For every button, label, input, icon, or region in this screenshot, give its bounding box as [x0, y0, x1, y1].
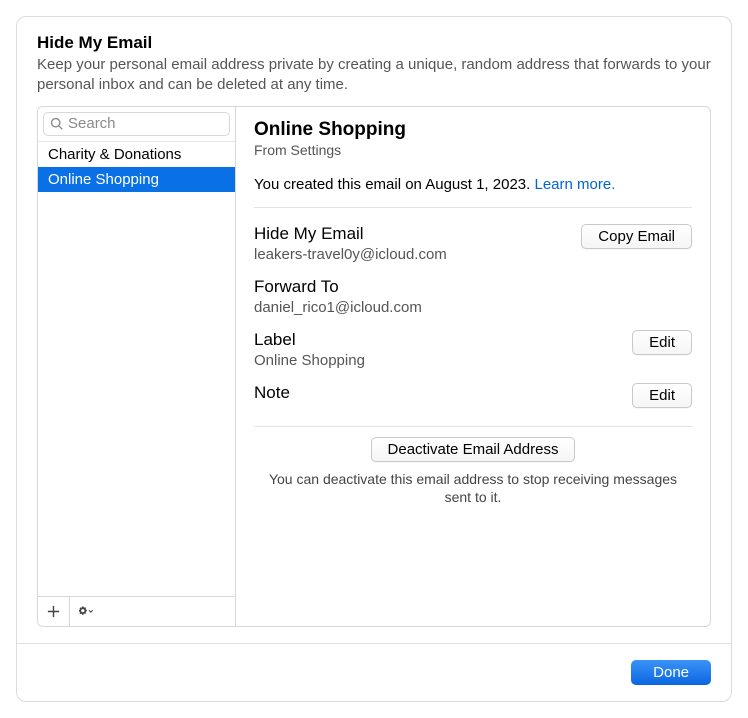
divider — [254, 426, 692, 427]
hide-my-email-label: Hide My Email — [254, 224, 581, 244]
created-text-row: You created this email on August 1, 2023… — [254, 176, 692, 193]
plus-icon — [46, 604, 61, 619]
divider — [254, 207, 692, 208]
footer: Done — [17, 643, 731, 701]
forward-to-row: Forward To daniel_rico1@icloud.com — [254, 267, 692, 320]
header: Hide My Email Keep your personal email a… — [17, 17, 731, 106]
hide-my-email-row: Hide My Email leakers-travel0y@icloud.co… — [254, 214, 692, 267]
gear-chevron-icon — [79, 604, 94, 619]
detail-pane: Online Shopping From Settings You create… — [236, 107, 710, 627]
forward-to-value: daniel_rico1@icloud.com — [254, 299, 692, 316]
search-input[interactable] — [68, 115, 223, 132]
page-title: Hide My Email — [37, 33, 711, 53]
learn-more-link[interactable]: Learn more. — [534, 176, 615, 193]
done-button[interactable]: Done — [631, 660, 711, 685]
label-value: Online Shopping — [254, 352, 632, 369]
detail-title: Online Shopping — [254, 119, 692, 141]
label-row: Label Online Shopping Edit — [254, 320, 692, 373]
deactivate-note: You can deactivate this email address to… — [254, 470, 692, 508]
detail-from: From Settings — [254, 142, 692, 158]
search-field[interactable] — [43, 112, 230, 136]
search-icon — [50, 117, 64, 131]
edit-label-button[interactable]: Edit — [632, 330, 692, 355]
email-list: Charity & Donations Online Shopping — [38, 142, 235, 597]
hide-my-email-window: Hide My Email Keep your personal email a… — [16, 16, 732, 702]
label-label: Label — [254, 330, 632, 350]
note-label: Note — [254, 383, 632, 403]
sidebar-footer — [38, 596, 235, 626]
edit-note-button[interactable]: Edit — [632, 383, 692, 408]
sidebar: Charity & Donations Online Shopping — [38, 107, 236, 627]
hide-my-email-value: leakers-travel0y@icloud.com — [254, 246, 581, 263]
options-menu-button[interactable] — [70, 597, 102, 626]
add-button[interactable] — [38, 597, 70, 626]
list-item[interactable]: Online Shopping — [38, 167, 235, 192]
page-subtitle: Keep your personal email address private… — [37, 55, 711, 96]
forward-to-label: Forward To — [254, 277, 692, 297]
copy-email-button[interactable]: Copy Email — [581, 224, 692, 249]
list-item[interactable]: Charity & Donations — [38, 142, 235, 167]
deactivate-section: Deactivate Email Address You can deactiv… — [254, 437, 692, 508]
deactivate-button[interactable]: Deactivate Email Address — [371, 437, 576, 462]
note-row: Note Edit — [254, 373, 692, 412]
created-text: You created this email on August 1, 2023… — [254, 176, 534, 193]
